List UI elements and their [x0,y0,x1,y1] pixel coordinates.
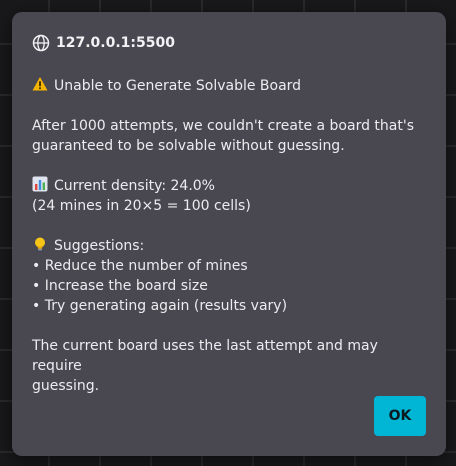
density-detail: (24 mines in 20×5 = 100 cells) [32,198,251,214]
bar-chart-icon [32,176,48,192]
density-label: Current density: 24.0% [54,178,215,194]
title-line: Unable to Generate Solvable Board [32,76,428,96]
footer-line-1: The current board uses the last attempt … [32,338,378,374]
footer-paragraph: The current board uses the last attempt … [32,336,428,396]
suggestion-item: • Reduce the number of mines [32,258,248,274]
density-paragraph: Current density: 24.0% (24 mines in 20×5… [32,176,428,216]
lightbulb-icon [35,237,45,251]
globe-icon [32,34,50,52]
alert-dialog: 127.0.0.1:5500 Unable to Generate Solvab… [12,12,446,456]
suggestions-heading: Suggestions: [32,236,428,256]
suggestion-item: • Increase the board size [32,278,208,294]
suggestions-paragraph: Suggestions: • Reduce the number of mine… [32,236,428,316]
dialog-message: Unable to Generate Solvable Board After … [32,76,428,416]
dialog-title: Unable to Generate Solvable Board [54,78,302,94]
dialog-origin: 127.0.0.1:5500 [32,34,175,52]
intro-line-2: guaranteed to be solvable without guessi… [32,138,345,154]
intro-paragraph: After 1000 attempts, we couldn't create … [32,116,428,156]
density-line: Current density: 24.0% [32,176,428,196]
intro-line-1: After 1000 attempts, we couldn't create … [32,118,414,134]
origin-text: 127.0.0.1:5500 [56,35,175,51]
suggestion-item: • Try generating again (results vary) [32,298,288,314]
footer-line-2: guessing. [32,378,100,394]
suggestions-label: Suggestions: [54,238,145,254]
warning-icon [32,77,48,91]
ok-button[interactable]: OK [374,396,426,436]
